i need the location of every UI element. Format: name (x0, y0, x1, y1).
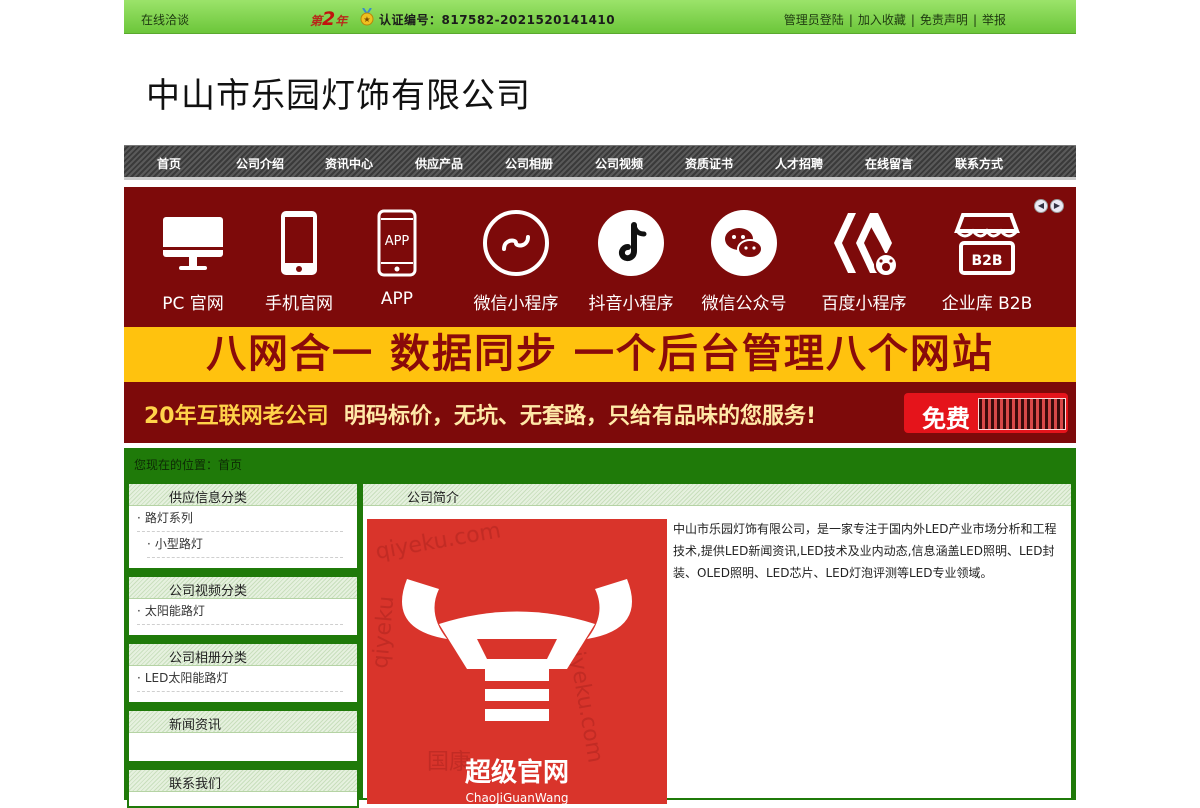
sidebar-album-categories: 公司相册分类 · LED太阳能路灯 (127, 642, 359, 704)
service-b2b: B2B 企业库 B2B (927, 187, 1047, 327)
banner-slogan: 八网合一 数据同步 一个后台管理八个网站 (124, 327, 1076, 382)
svg-text:B2B: B2B (971, 253, 1002, 269)
nav-news[interactable]: 资讯中心 (325, 155, 373, 172)
svg-text:超级官网: 超级官网 (465, 757, 569, 788)
sidebar-supply-categories: 供应信息分类 · 路灯系列 · 小型路灯 (127, 482, 359, 570)
services-row: PC 官网 手机官网 APP APP 微信小程序 抖音小程序 微信公众号 百度小… (124, 187, 1076, 327)
nav-video[interactable]: 公司视频 (595, 155, 643, 172)
svg-text:ChaoJiGuanWang: ChaoJiGuanWang (465, 791, 568, 804)
list-item[interactable]: · 路灯系列 (137, 506, 343, 532)
sidebar-title: 供应信息分类 (169, 491, 248, 506)
service-label: 百度小程序 (821, 294, 907, 314)
banner-promo: 20年互联网老公司 明码标价，无坑、无套路，只给有品味的您服务! (144, 404, 816, 429)
svg-text:APP: APP (385, 234, 410, 249)
company-intro-text: 中山市乐园灯饰有限公司，是一家专注于国内外LED产业市场分析和工程技术,提供LE… (673, 522, 1057, 580)
tiktok-icon (598, 210, 664, 276)
slider-prev-icon[interactable]: ◀ (1034, 199, 1048, 213)
slider-controls: ◀ ▶ (1032, 197, 1064, 213)
monitor-icon (163, 217, 223, 270)
content-area: 您现在的位置：首页 供应信息分类 · 路灯系列 · 小型路灯 公司视频分类 · 太阳能… (124, 448, 1076, 808)
service-douyin-mini: 抖音小程序 (571, 187, 691, 327)
add-favorite-link[interactable]: 加入收藏 (858, 13, 906, 27)
service-label: 微信公众号 (701, 294, 787, 314)
list-item[interactable]: · LED太阳能路灯 (137, 666, 343, 692)
nav-contact[interactable]: 联系方式 (955, 155, 1003, 172)
certification-number: 认证编号：817582-2021520141410 (379, 13, 616, 27)
company-intro-panel: 公司简介 qiyeku.com qiyeku.com qiyeku 国康 超级官… (361, 482, 1073, 804)
top-bar: 在线洽谈 第2年 ★ 认证编号：817582-2021520141410 管理员… (124, 0, 1076, 34)
sidebar-title: 公司视频分类 (169, 584, 248, 599)
bull-logo-icon: qiyeku.com qiyeku.com qiyeku 国康 超级官网 Cha… (367, 519, 667, 804)
membership-years-badge: 第2年 (310, 8, 348, 30)
promo-banner[interactable]: PC 官网 手机官网 APP APP 微信小程序 抖音小程序 微信公众号 百度小… (124, 187, 1076, 443)
sidebar-video-categories: 公司视频分类 · 太阳能路灯 (127, 575, 359, 637)
phone-icon (281, 211, 317, 275)
svg-text:★: ★ (363, 15, 370, 24)
admin-login-link[interactable]: 管理员登陆 (784, 13, 844, 27)
free-badge[interactable]: 免费 (904, 393, 1068, 433)
sidebar-title: 公司相册分类 (169, 651, 248, 666)
disclaimer-link[interactable]: 免责声明 (920, 13, 968, 27)
medal-icon: ★ (360, 8, 374, 26)
page: 在线洽谈 第2年 ★ 认证编号：817582-2021520141410 管理员… (124, 0, 1076, 808)
company-title: 中山市乐园灯饰有限公司 (146, 76, 531, 116)
service-label: 企业库 B2B (941, 294, 1033, 314)
company-logo-image: qiyeku.com qiyeku.com qiyeku 国康 超级官网 Cha… (367, 519, 667, 804)
sidebar-title: 新闻资讯 (169, 718, 222, 733)
sidebar-news: 新闻资讯 (127, 709, 359, 763)
wechat-icon (711, 210, 777, 276)
nav-home[interactable]: 首页 (157, 155, 181, 172)
sidebar-contact: 联系我们 (127, 768, 359, 808)
service-wechat-mini: 微信小程序 (456, 187, 576, 327)
service-wechat-official: 微信公众号 (684, 187, 804, 327)
breadcrumb: 您现在的位置：首页 (134, 458, 243, 472)
nav-about[interactable]: 公司介绍 (236, 155, 284, 172)
service-app: APP APP (337, 187, 457, 327)
slider-next-icon[interactable]: ▶ (1050, 199, 1064, 213)
nav-certificates[interactable]: 资质证书 (685, 155, 733, 172)
top-links: 管理员登陆 | 加入收藏 | 免责声明 | 举报 (783, 13, 1006, 27)
sidebar-title: 联系我们 (169, 777, 222, 792)
main-nav: 首页 公司介绍 资讯中心 供应产品 公司相册 公司视频 资质证书 人才招聘 在线… (124, 145, 1076, 180)
mini-program-icon (483, 210, 549, 276)
nav-album[interactable]: 公司相册 (505, 155, 553, 172)
service-baidu-mini: 百度小程序 (804, 187, 924, 327)
b2b-store-icon: B2B (954, 213, 1020, 275)
nav-message[interactable]: 在线留言 (865, 155, 913, 172)
list-item[interactable]: · 太阳能路灯 (137, 599, 343, 625)
panel-title: 公司简介 (407, 491, 460, 506)
online-chat-link[interactable]: 在线洽谈 (141, 11, 189, 28)
baidu-mini-icon (834, 213, 898, 277)
report-link[interactable]: 举报 (982, 13, 1006, 27)
qr-code-strip (978, 398, 1066, 430)
app-phone-icon: APP (377, 209, 417, 277)
nav-products[interactable]: 供应产品 (415, 155, 463, 172)
nav-jobs[interactable]: 人才招聘 (775, 155, 823, 172)
list-item[interactable]: · 小型路灯 (147, 532, 343, 558)
